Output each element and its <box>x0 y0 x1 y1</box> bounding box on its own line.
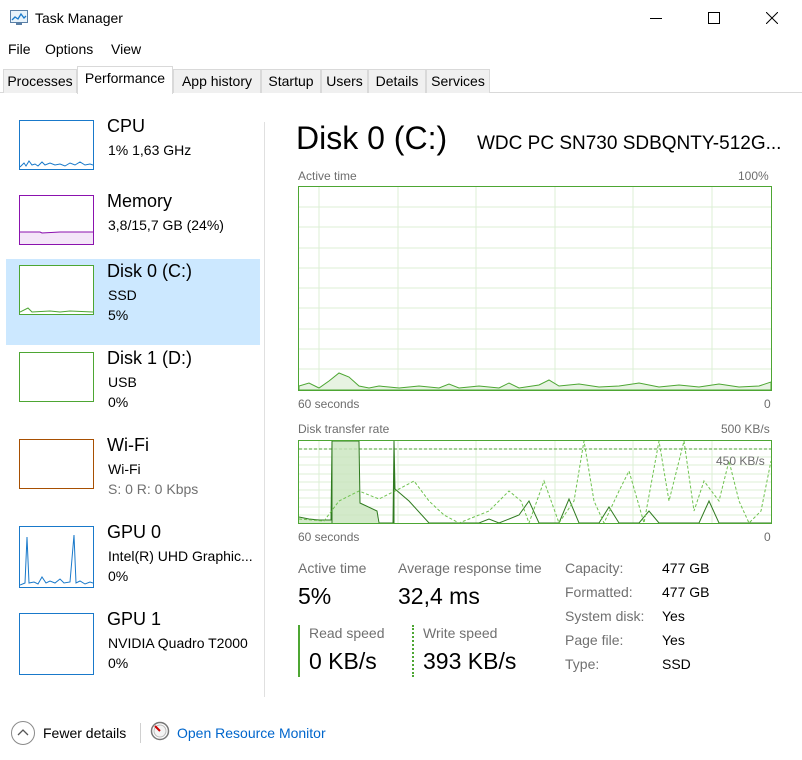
sidebar-item-cpu[interactable]: CPU 1% 1,63 GHz <box>6 114 260 200</box>
sidebar-item-name: GPU 0 <box>107 522 162 542</box>
capacity-value: 477 GB <box>662 560 710 576</box>
sidebar-item-gpu1[interactable]: GPU 1 NVIDIA Quadro T2000 0% <box>6 607 260 693</box>
close-icon <box>766 12 778 24</box>
sidebar-item-name: Memory <box>107 191 173 211</box>
read-speed-label: Read speed <box>309 625 385 641</box>
sidebar-item-detail: Wi-Fi <box>108 461 141 477</box>
window-title: Task Manager <box>35 10 123 26</box>
write-speed-label: Write speed <box>423 625 498 641</box>
wifi-thumbnail-graph <box>19 439 94 489</box>
tab-services[interactable]: Services <box>426 69 490 93</box>
sidebar-item-disk0[interactable]: Disk 0 (C:) SSD 5% <box>6 259 260 345</box>
tab-users[interactable]: Users <box>321 69 368 93</box>
type-value: SSD <box>662 656 691 672</box>
write-speed-value: 393 KB/s <box>423 648 517 674</box>
disk0-thumbnail-graph <box>19 265 94 315</box>
read-speed-value: 0 KB/s <box>309 648 377 674</box>
menu-bar: File Options View <box>0 38 802 62</box>
transfer-rate-graph <box>298 440 772 525</box>
sidebar-divider <box>264 122 265 697</box>
tab-processes[interactable]: Processes <box>3 69 77 93</box>
minimize-button[interactable] <box>627 0 685 36</box>
maximize-button[interactable] <box>685 0 743 36</box>
active-time-label: Active time <box>298 560 367 576</box>
sidebar-item-detail: NVIDIA Quadro T2000 <box>108 635 248 651</box>
tab-startup[interactable]: Startup <box>261 69 321 93</box>
disk-model: WDC PC SN730 SDBQNTY-512G... <box>477 133 782 154</box>
formatted-value: 477 GB <box>662 584 710 600</box>
memory-thumbnail-graph <box>19 195 94 245</box>
tab-details[interactable]: Details <box>368 69 426 93</box>
minimize-icon <box>650 18 662 19</box>
page-file-label: Page file: <box>565 632 624 648</box>
menu-view[interactable]: View <box>111 41 141 57</box>
sidebar-item-detail: Intel(R) UHD Graphic... <box>108 548 253 564</box>
write-speed-indicator <box>412 625 414 677</box>
avg-response-label: Average response time <box>398 560 542 576</box>
disk1-thumbnail-graph <box>19 352 94 402</box>
tab-app-history[interactable]: App history <box>173 69 261 93</box>
close-button[interactable] <box>743 0 801 36</box>
sidebar-item-name: Disk 1 (D:) <box>107 348 192 368</box>
sidebar-item-usage: 5% <box>108 307 129 323</box>
sidebar-item-detail: 1% 1,63 GHz <box>108 142 192 158</box>
title-bar: Task Manager <box>0 0 802 36</box>
active-time-graph <box>298 186 772 391</box>
resource-monitor-icon <box>150 721 170 741</box>
sidebar-item-usage: 0% <box>108 568 129 584</box>
sidebar-item-wifi[interactable]: Wi-Fi Wi-Fi S: 0 R: 0 Kbps <box>6 433 260 519</box>
active-time-graph-min: 0 <box>764 397 771 411</box>
active-time-graph-duration: 60 seconds <box>298 397 360 411</box>
maximize-icon <box>708 12 720 24</box>
sidebar-item-name: Disk 0 (C:) <box>107 261 192 281</box>
transfer-rate-graph-duration: 60 seconds <box>298 530 360 544</box>
sidebar-item-usage: 0% <box>108 394 129 410</box>
gpu1-thumbnail-graph <box>19 613 94 675</box>
sidebar-item-gpu0[interactable]: GPU 0 Intel(R) UHD Graphic... 0% <box>6 520 260 606</box>
avg-response-value: 32,4 ms <box>398 583 480 609</box>
sidebar-item-usage: S: 0 R: 0 Kbps <box>108 481 199 497</box>
active-time-graph-max: 100% <box>738 169 769 183</box>
read-speed-indicator <box>298 625 300 677</box>
formatted-label: Formatted: <box>565 584 633 600</box>
page-title: Disk 0 (C:) <box>296 120 448 156</box>
type-label: Type: <box>565 656 600 672</box>
sidebar-item-name: Wi-Fi <box>107 435 149 455</box>
page-file-value: Yes <box>662 632 685 648</box>
sidebar-item-name: GPU 1 <box>107 609 162 629</box>
tab-strip: Processes Performance App history Startu… <box>0 66 802 94</box>
sidebar-item-detail: SSD <box>108 287 137 303</box>
tab-performance[interactable]: Performance <box>77 66 173 94</box>
transfer-rate-graph-label: Disk transfer rate <box>298 422 390 436</box>
gpu0-thumbnail-graph <box>19 526 94 588</box>
sidebar-item-detail: 3,8/15,7 GB (24%) <box>108 217 224 233</box>
active-time-graph-label: Active time <box>298 169 357 183</box>
active-time-value: 5% <box>298 583 332 609</box>
menu-file[interactable]: File <box>8 41 31 57</box>
sidebar-item-usage: 0% <box>108 655 129 671</box>
sidebar-item-disk1[interactable]: Disk 1 (D:) USB 0% <box>6 346 260 432</box>
cpu-thumbnail-graph <box>19 120 94 170</box>
transfer-rate-graph-max: 500 KB/s <box>721 422 770 436</box>
chevron-up-icon <box>11 721 35 745</box>
sidebar-item-name: CPU <box>107 116 146 136</box>
footer-divider <box>140 723 141 743</box>
open-resource-monitor-label[interactable]: Open Resource Monitor <box>177 725 326 741</box>
sidebar-item-detail: USB <box>108 374 137 390</box>
system-disk-label: System disk: <box>565 608 645 624</box>
system-disk-value: Yes <box>662 608 685 624</box>
capacity-label: Capacity: <box>565 560 624 576</box>
fewer-details-label: Fewer details <box>43 725 127 741</box>
transfer-rate-graph-min: 0 <box>764 530 771 544</box>
task-manager-icon <box>10 10 28 25</box>
menu-options[interactable]: Options <box>45 41 93 57</box>
transfer-rate-inner-label: 450 KB/s <box>716 454 765 468</box>
